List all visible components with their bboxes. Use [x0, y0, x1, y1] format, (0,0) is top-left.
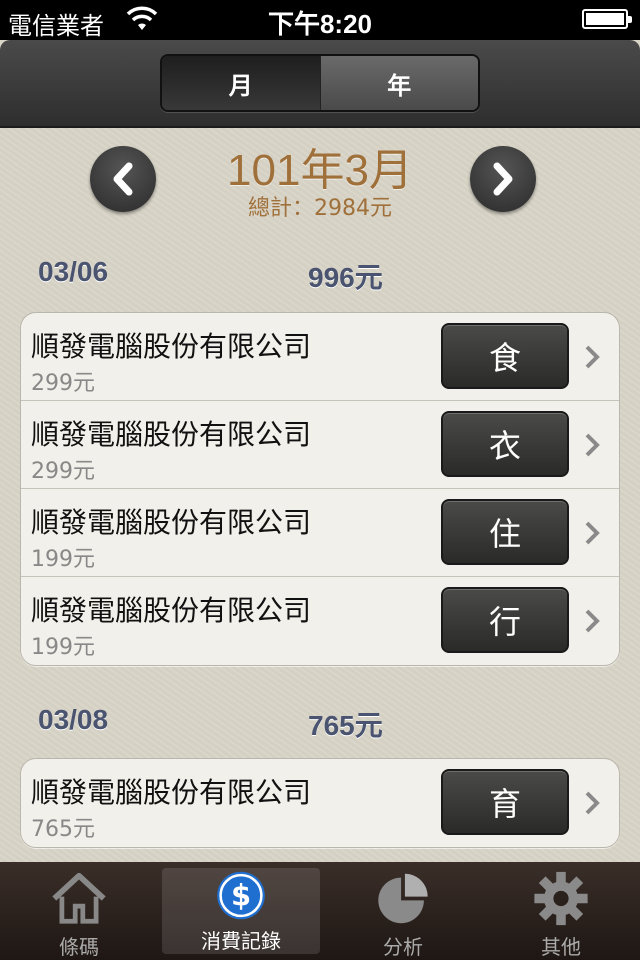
tab-bar: 條碼 $ 消費記錄 分析 其他 — [0, 862, 640, 960]
chevron-right-icon — [493, 162, 513, 196]
category-button[interactable]: 食 — [441, 323, 569, 389]
battery-icon — [582, 9, 632, 29]
tab-label: 消費記錄 — [201, 929, 281, 953]
tab-barcode[interactable]: 條碼 — [0, 862, 158, 960]
record-amount: 199元 — [31, 547, 95, 572]
day-header: 03/06 996元 — [38, 256, 438, 296]
record-row[interactable]: 順發電腦股份有限公司 199元 住 — [21, 489, 619, 577]
next-period-button[interactable] — [470, 146, 536, 212]
record-merchant: 順發電腦股份有限公司 — [31, 330, 312, 363]
day-sum: 996元 — [308, 262, 383, 293]
category-button[interactable]: 住 — [441, 499, 569, 565]
record-amount: 299元 — [31, 459, 95, 484]
day-date: 03/08 — [38, 704, 109, 735]
segment-month[interactable]: 月 — [162, 56, 320, 110]
status-bar: 電信業者 下午8:20 — [0, 0, 640, 40]
record-merchant: 順發電腦股份有限公司 — [31, 594, 312, 627]
gear-icon — [534, 871, 588, 926]
category-button[interactable]: 行 — [441, 587, 569, 653]
tab-label: 分析 — [383, 935, 423, 959]
record-row[interactable]: 順發電腦股份有限公司 299元 食 — [21, 313, 619, 401]
svg-text:$: $ — [231, 879, 251, 913]
record-amount: 199元 — [31, 635, 95, 660]
record-merchant: 順發電腦股份有限公司 — [31, 418, 312, 451]
category-button[interactable]: 育 — [441, 769, 569, 835]
record-amount: 299元 — [31, 371, 95, 396]
segment-year[interactable]: 年 — [319, 56, 478, 110]
category-button[interactable]: 衣 — [441, 411, 569, 477]
status-time: 下午8:20 — [267, 9, 373, 39]
record-row[interactable]: 順發電腦股份有限公司 765元 育 — [21, 759, 619, 847]
period-title: 101年3月 — [227, 146, 413, 195]
tab-analysis[interactable]: 分析 — [324, 862, 482, 960]
period-segmented-control: 月 年 — [160, 54, 480, 112]
disclosure-chevron-icon — [585, 609, 600, 633]
dollar-coin-icon: $ — [217, 871, 265, 920]
house-icon — [52, 872, 106, 924]
record-row[interactable]: 順發電腦股份有限公司 299元 衣 — [21, 401, 619, 489]
record-row[interactable]: 順發電腦股份有限公司 199元 行 — [21, 577, 619, 665]
header-bar: 月 年 — [0, 40, 640, 128]
disclosure-chevron-icon — [585, 345, 600, 369]
record-merchant: 順發電腦股份有限公司 — [31, 776, 312, 809]
day-date: 03/06 — [38, 256, 109, 287]
day-sum: 765元 — [308, 710, 383, 741]
tab-other[interactable]: 其他 — [482, 862, 640, 960]
day-record-group: 順發電腦股份有限公司 299元 食 順發電腦股份有限公司 299元 衣 順發電腦… — [20, 312, 620, 666]
record-amount: 765元 — [31, 817, 95, 842]
disclosure-chevron-icon — [585, 521, 600, 545]
period-total: 總計：2984元 — [248, 196, 392, 221]
day-record-group: 順發電腦股份有限公司 765元 育 — [20, 758, 620, 848]
tab-label: 其他 — [541, 935, 581, 959]
tab-label: 條碼 — [59, 935, 99, 959]
records-content[interactable]: 101年3月 總計：2984元 03/06 996元 順發電腦股份有限公司 29… — [0, 128, 640, 862]
record-merchant: 順發電腦股份有限公司 — [31, 506, 312, 539]
disclosure-chevron-icon — [585, 433, 600, 457]
day-header: 03/08 765元 — [38, 704, 438, 744]
disclosure-chevron-icon — [585, 791, 600, 815]
pie-chart-icon — [378, 873, 428, 924]
tab-records[interactable]: $ 消費記錄 — [162, 868, 320, 954]
